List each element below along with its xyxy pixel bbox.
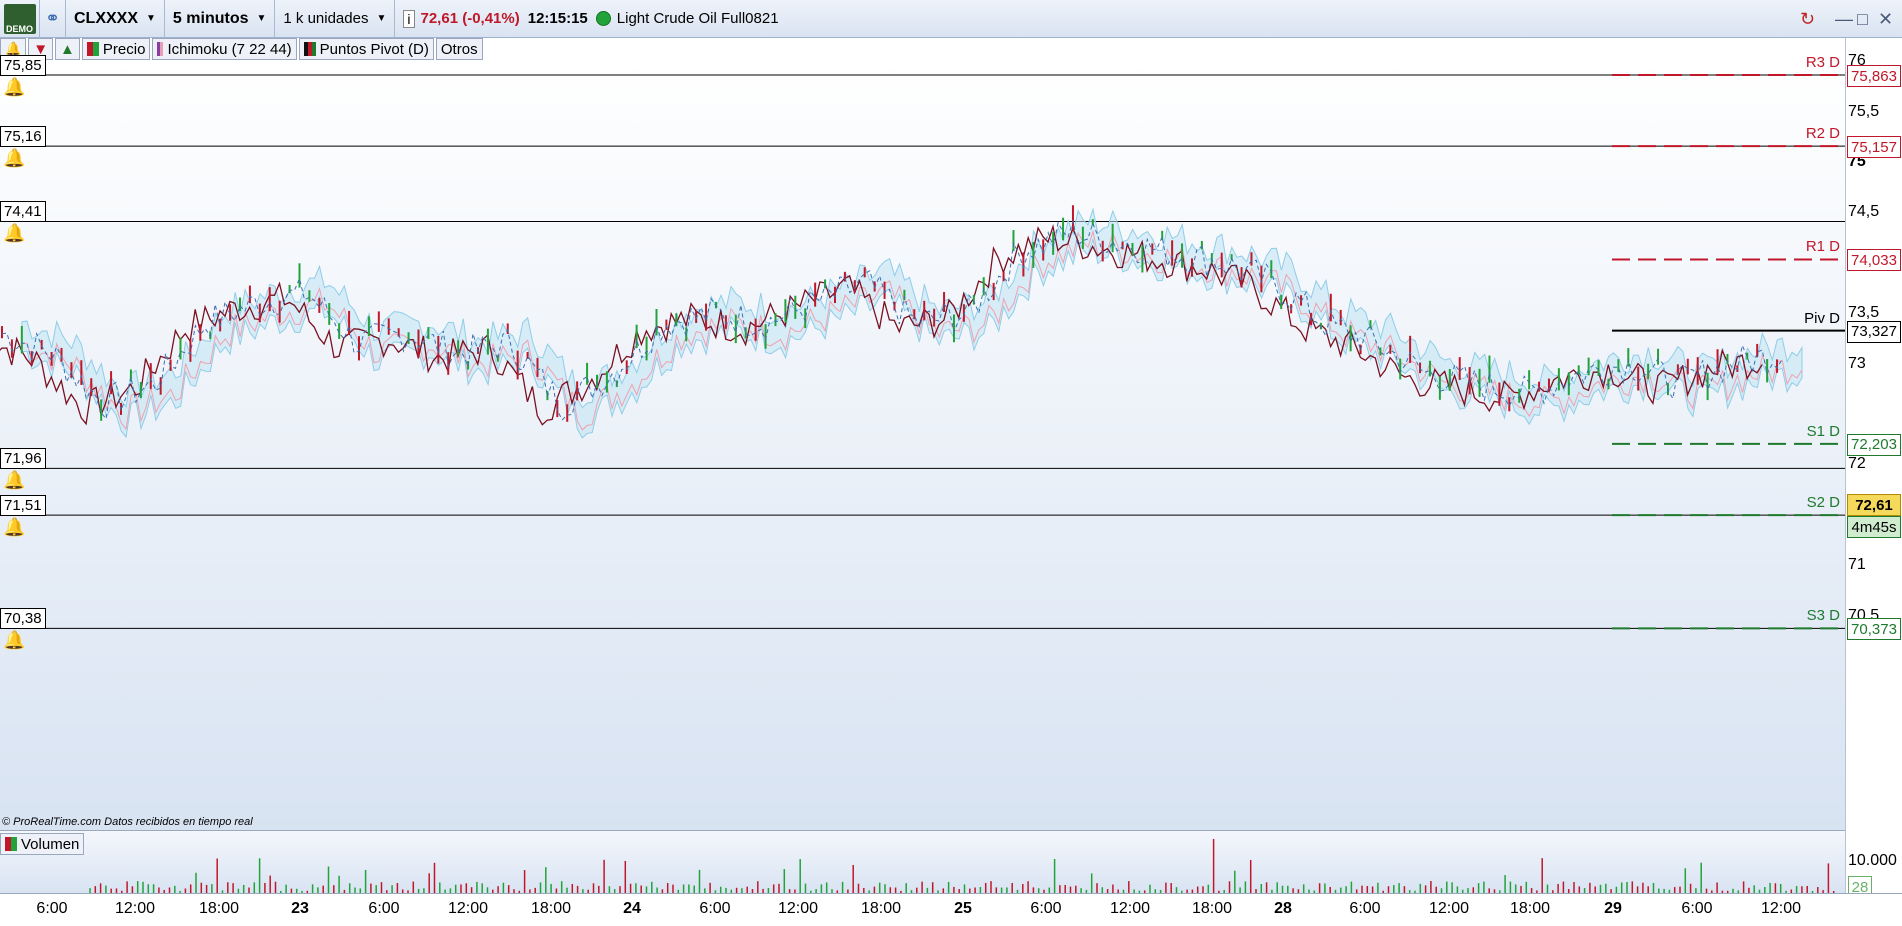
minimize-icon[interactable]: —	[1835, 0, 1853, 38]
pivot-name-label: R3 D	[1805, 54, 1840, 71]
alert-line-label[interactable]: 71,96	[0, 448, 46, 470]
timeframe-selector[interactable]: 5 minutos ▼	[165, 0, 276, 38]
alert-line-label[interactable]: 75,85	[0, 55, 46, 76]
pivot-name-label: S1 D	[1806, 422, 1840, 440]
volume-bars	[89, 839, 1835, 894]
x-axis-tick: 18:00	[198, 900, 240, 917]
x-axis-tick: 12:00	[1109, 900, 1151, 917]
y-axis-tick: 73,5	[1848, 304, 1880, 322]
pivot-value-box: 74,033	[1847, 249, 1901, 272]
alert-bell-icon[interactable]: 🔔	[3, 148, 25, 168]
x-axis-tick: 12:00	[114, 900, 156, 917]
alert-line-label[interactable]: 75,16	[0, 126, 46, 148]
pivot-value-box: 75,157	[1847, 136, 1901, 159]
main-toolbar: DEMO ⚭ CLXXXX ▼ 5 minutos ▼ 1 k unidades ▼ …	[0, 0, 1902, 38]
y-axis-tick: 71	[1848, 556, 1866, 574]
x-axis-tick: 29	[1604, 900, 1622, 917]
units-selector[interactable]: 1 k unidades ▼	[275, 0, 396, 38]
chevron-down-icon: ▼	[256, 13, 267, 24]
close-icon[interactable]: ✕	[1878, 0, 1893, 38]
alert-line-label[interactable]: 71,51	[0, 495, 46, 517]
alert-bell-icon[interactable]: 🔔	[3, 517, 25, 537]
pivot-name-label: R2 D	[1805, 125, 1840, 143]
alert-bell-icon[interactable]: 🔔	[3, 470, 25, 490]
x-axis-tick: 25	[954, 900, 972, 917]
x-axis-tick: 12:00	[1428, 900, 1470, 917]
x-axis-tick: 18:00	[530, 900, 572, 917]
data-credit: © ProRealTime.com Datos recibidos en tie…	[2, 816, 253, 828]
volume-axis-label: 10.000	[1848, 852, 1897, 869]
x-axis-tick: 6:00	[368, 900, 400, 917]
ichimoku-color-icon	[157, 42, 164, 56]
arrow-up-icon[interactable]: ▲	[55, 38, 80, 60]
alert-bell-icon[interactable]: 🔔	[3, 630, 25, 650]
last-price-box: 72,61	[1847, 494, 1901, 516]
y-axis-tick: 73	[1848, 354, 1866, 372]
pivot-name-label: S2 D	[1806, 494, 1840, 512]
y-axis-tick: 74,5	[1848, 203, 1880, 221]
indicator-legend: 🔔 ▼ ▲ Precio Ichimoku (7 22 44) Puntos P…	[0, 38, 485, 60]
x-axis-tick: 18:00	[1191, 900, 1233, 917]
chevron-down-icon: ▼	[376, 13, 387, 24]
demo-logo: DEMO	[0, 0, 40, 38]
alert-line-label[interactable]: 74,41	[0, 201, 46, 223]
refresh-icon[interactable]: ↻	[1800, 0, 1815, 38]
link-icon[interactable]: ⚭	[40, 0, 66, 38]
countdown-box: 4m45s	[1847, 516, 1901, 538]
pivot-name-label: R1 D	[1805, 238, 1840, 256]
alert-bell-icon[interactable]: 🔔	[3, 223, 25, 243]
alert-line-label[interactable]: 70,38	[0, 608, 46, 630]
plot-background	[0, 60, 1845, 830]
x-axis-tick: 6:00	[36, 900, 68, 917]
instrument-selector[interactable]: CLXXXX ▼	[66, 0, 165, 38]
x-axis-tick: 23	[291, 900, 309, 917]
legend-pivots[interactable]: Puntos Pivot (D)	[298, 38, 434, 60]
price-color-icon	[86, 42, 99, 56]
pivot-value-box: 70,373	[1847, 618, 1901, 641]
x-axis-tick: 12:00	[1760, 900, 1802, 917]
x-axis-tick: 12:00	[777, 900, 819, 917]
info-icon[interactable]: i	[403, 9, 415, 28]
realtime-status-icon	[595, 11, 611, 26]
x-axis-tick: 6:00	[1349, 900, 1381, 917]
x-axis-tick: 6:00	[1030, 900, 1062, 917]
x-axis-tick: 18:00	[1509, 900, 1551, 917]
pivot-value-box: 73,327	[1847, 320, 1901, 343]
pivot-color-icon	[303, 42, 316, 56]
x-axis-tick: 28	[1274, 900, 1292, 917]
x-axis-tick: 6:00	[699, 900, 731, 917]
x-axis-tick: 6:00	[1681, 900, 1713, 917]
legend-price[interactable]: Precio	[81, 38, 151, 60]
instrument-info: i 72,61 (-0,41%) 12:15:15 Light Crude Oi…	[395, 0, 786, 38]
x-axis-tick: 24	[623, 900, 641, 917]
time-axis: 6:00 12:00 18:00 23 6:00 12:00 18:00 24 6:00 12:0…	[0, 893, 1902, 926]
x-axis-tick: 12:00	[447, 900, 489, 917]
pivot-name-label: S3 D	[1806, 607, 1840, 625]
maximize-icon[interactable]: □	[1857, 0, 1868, 38]
chevron-down-icon: ▼	[146, 13, 156, 24]
y-axis-tick: 75,5	[1848, 102, 1880, 120]
y-axis-tick: 72	[1848, 455, 1866, 473]
pivot-name-label: Piv D	[1804, 309, 1840, 327]
legend-others[interactable]: Otros	[435, 38, 483, 60]
volume-panel: Volumen	[0, 830, 1845, 894]
price-chart[interactable]	[0, 60, 1845, 830]
pivot-value-box: 72,203	[1847, 433, 1901, 456]
x-axis-tick: 18:00	[860, 900, 902, 917]
alert-bell-icon[interactable]: 🔔	[3, 77, 25, 97]
legend-ichimoku[interactable]: Ichimoku (7 22 44)	[152, 38, 297, 60]
pivot-value-box: 75,863	[1847, 65, 1901, 87]
